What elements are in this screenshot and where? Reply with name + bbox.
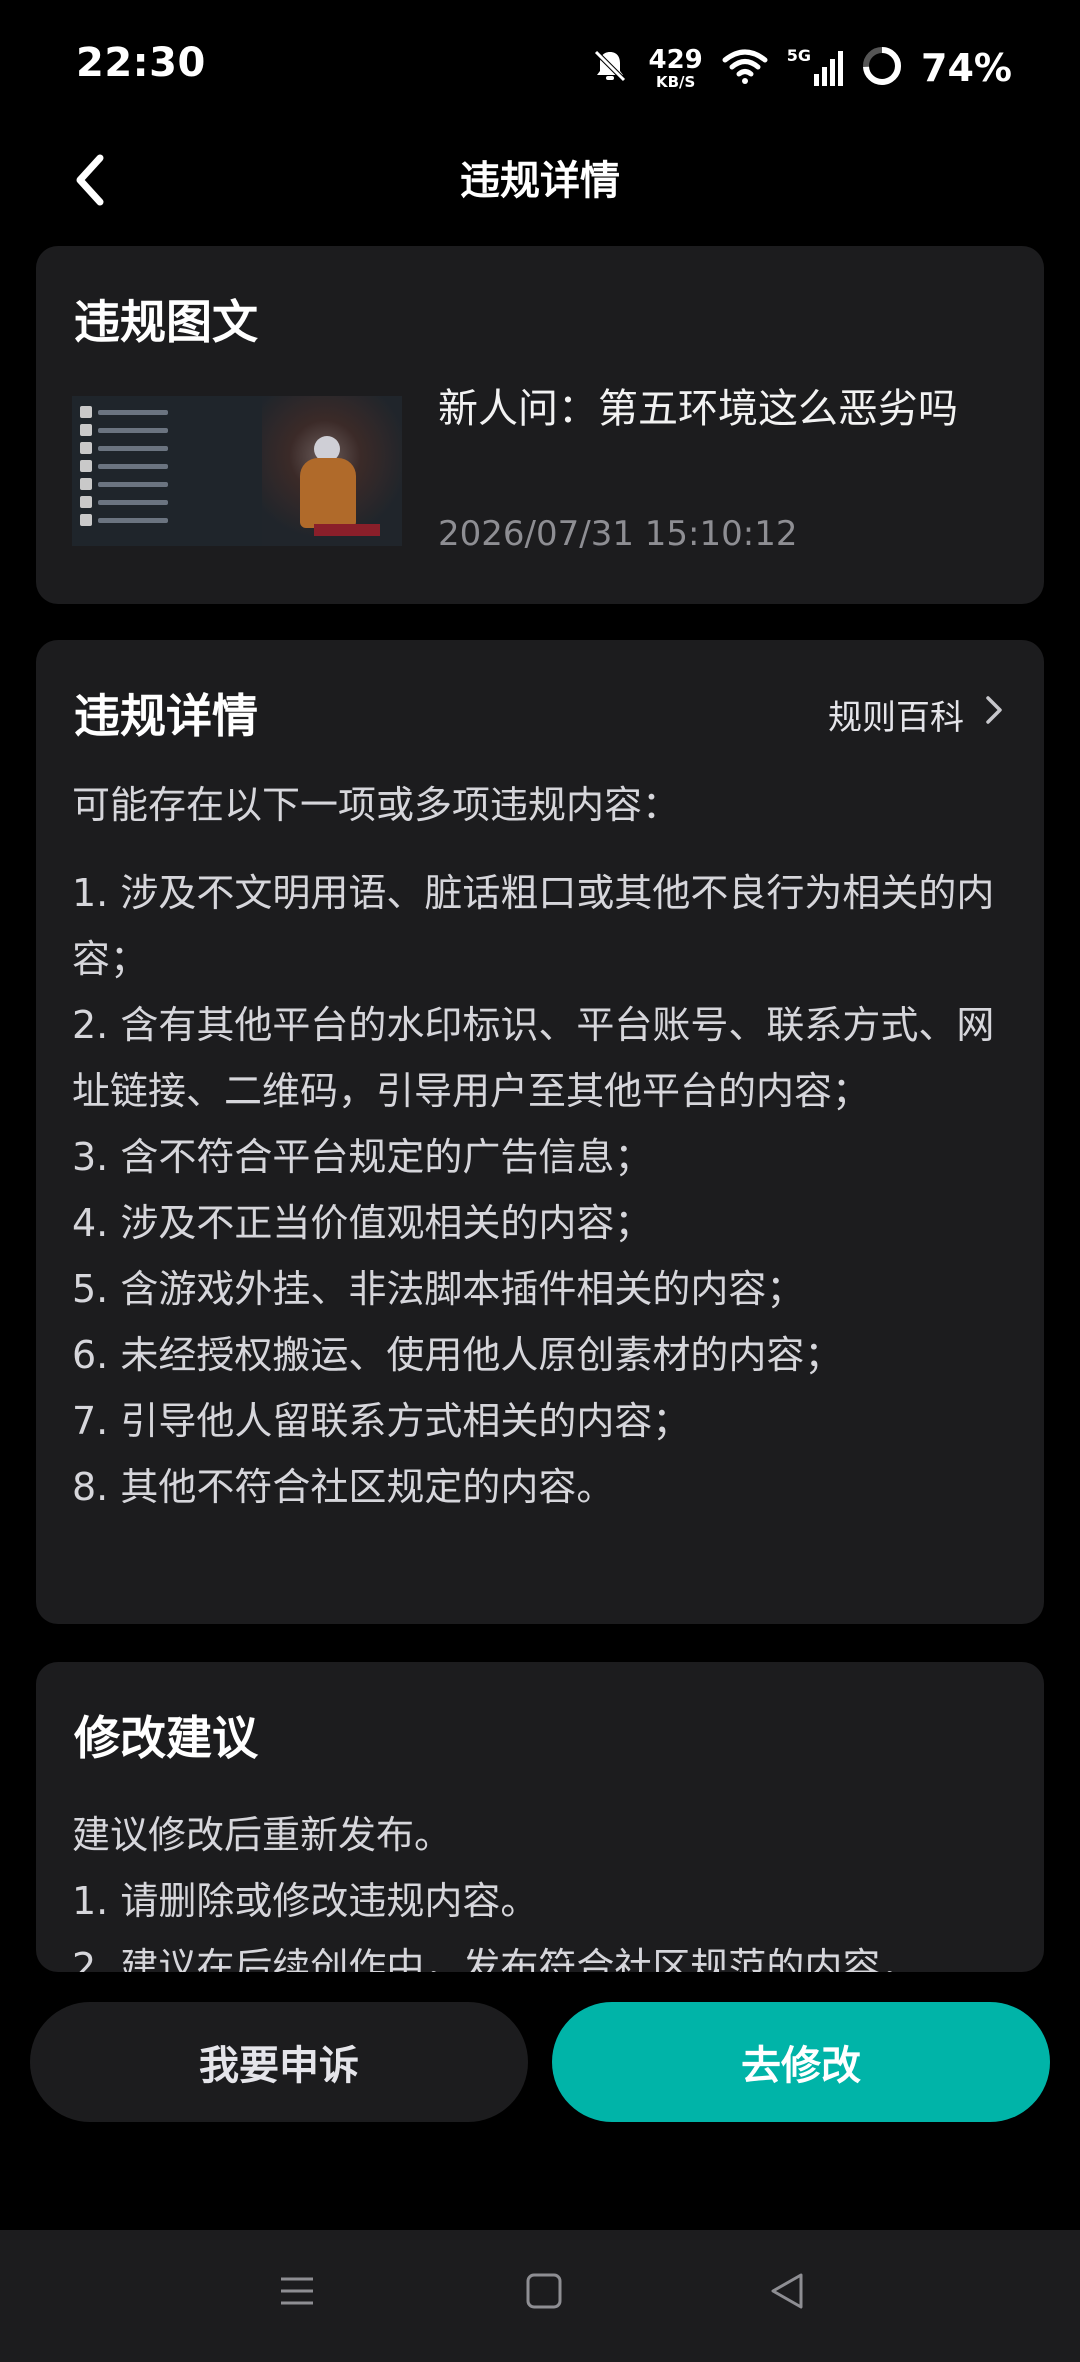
thumbnail-row bbox=[80, 406, 200, 418]
recent-apps-button[interactable] bbox=[264, 2260, 330, 2326]
thumbnail-chat-list bbox=[72, 396, 272, 546]
suggestion-line: 1. 请删除或修改违规内容。 bbox=[72, 1879, 539, 1923]
thumbnail-row bbox=[80, 496, 200, 508]
rules-link-label: 规则百科 bbox=[828, 698, 964, 738]
status-time: 22:30 bbox=[76, 40, 206, 86]
violation-item: 5. 含游戏外挂、非法脚本插件相关的内容； bbox=[72, 1267, 805, 1311]
revision-suggestion-heading: 修改建议 bbox=[74, 1711, 258, 1765]
page-title: 违规详情 bbox=[460, 158, 620, 204]
menu-lines-icon bbox=[277, 2271, 317, 2315]
network-type: 5G bbox=[786, 46, 812, 65]
battery-ring-icon bbox=[861, 45, 903, 91]
go-edit-button[interactable]: 去修改 bbox=[552, 2002, 1050, 2122]
violation-item: 7. 引导他人留联系方式相关的内容； bbox=[72, 1399, 691, 1443]
violating-post-card: 违规图文 新人问：第五环境这么恶劣吗 2026/07/31 15:10:12 bbox=[36, 246, 1044, 604]
violation-item: 8. 其他不符合社区规定的内容。 bbox=[72, 1465, 615, 1509]
violation-item: 4. 涉及不正当价值观相关的内容； bbox=[72, 1201, 653, 1245]
status-bar: 22:30 429 KB/S 5G 74% bbox=[0, 0, 1080, 130]
post-thumbnail[interactable] bbox=[72, 396, 402, 546]
chevron-right-icon bbox=[984, 694, 1004, 735]
muted-bell-icon bbox=[590, 46, 630, 90]
square-icon bbox=[524, 2271, 564, 2315]
appeal-button[interactable]: 我要申诉 bbox=[30, 2002, 528, 2122]
network-speed: 429 KB/S bbox=[648, 47, 702, 90]
network-speed-value: 429 bbox=[648, 44, 703, 75]
suggestion-line: 2. 建议在后续创作中，发布符合社区规范的内容， bbox=[72, 1945, 919, 1972]
suggestion-list: 建议修改后重新发布。 1. 请删除或修改违规内容。 2. 建议在后续创作中，发布… bbox=[72, 1802, 918, 1972]
violation-item: 6. 未经授权搬运、使用他人原创素材的内容； bbox=[72, 1333, 843, 1377]
violation-item: 3. 含不符合平台规定的广告信息； bbox=[72, 1135, 653, 1179]
cellular-5g-icon: 5G bbox=[786, 46, 844, 88]
system-navigation-bar bbox=[0, 2230, 1080, 2362]
battery-level: 74% bbox=[921, 46, 1012, 90]
thumbnail-row bbox=[80, 460, 200, 472]
rules-encyclopedia-link[interactable]: 规则百科 bbox=[828, 690, 1004, 739]
violation-list: 1. 涉及不文明用语、脏话粗口或其他不良行为相关的内容； 2. 含有其他平台的水… bbox=[72, 860, 1012, 1520]
thumbnail-character-art bbox=[262, 396, 402, 546]
suggestion-line: 建议修改后重新发布。 bbox=[72, 1813, 453, 1857]
violation-intro-text: 可能存在以下一项或多项违规内容： bbox=[72, 783, 681, 827]
back-nav-button[interactable] bbox=[754, 2260, 820, 2326]
violation-item: 2. 含有其他平台的水印标识、平台账号、联系方式、网址链接、二维码，引导用户至其… bbox=[72, 1003, 995, 1113]
thumbnail-row bbox=[80, 514, 200, 526]
post-title[interactable]: 新人问：第五环境这么恶劣吗 bbox=[438, 376, 958, 434]
post-timestamp: 2026/07/31 15:10:12 bbox=[438, 514, 798, 554]
violation-item: 1. 涉及不文明用语、脏话粗口或其他不良行为相关的内容； bbox=[72, 871, 995, 981]
triangle-back-icon bbox=[767, 2271, 807, 2315]
thumbnail-row bbox=[80, 424, 200, 436]
home-button[interactable] bbox=[511, 2260, 577, 2326]
violation-details-heading: 违规详情 bbox=[74, 689, 258, 743]
bottom-action-bar: 我要申诉 去修改 bbox=[0, 1972, 1080, 2230]
network-speed-unit: KB/S bbox=[655, 72, 696, 91]
thumbnail-row bbox=[80, 442, 200, 454]
violation-details-card: 违规详情 规则百科 可能存在以下一项或多项违规内容： 1. 涉及不文明用语、脏话… bbox=[36, 640, 1044, 1624]
status-icons: 429 KB/S 5G 74% bbox=[590, 40, 1012, 96]
violating-post-heading: 违规图文 bbox=[74, 295, 258, 349]
wifi-icon bbox=[721, 46, 769, 90]
top-app-bar: 违规详情 bbox=[0, 130, 1080, 230]
thumbnail-row bbox=[80, 478, 200, 490]
revision-suggestion-card: 修改建议 建议修改后重新发布。 1. 请删除或修改违规内容。 2. 建议在后续创… bbox=[36, 1662, 1044, 1972]
